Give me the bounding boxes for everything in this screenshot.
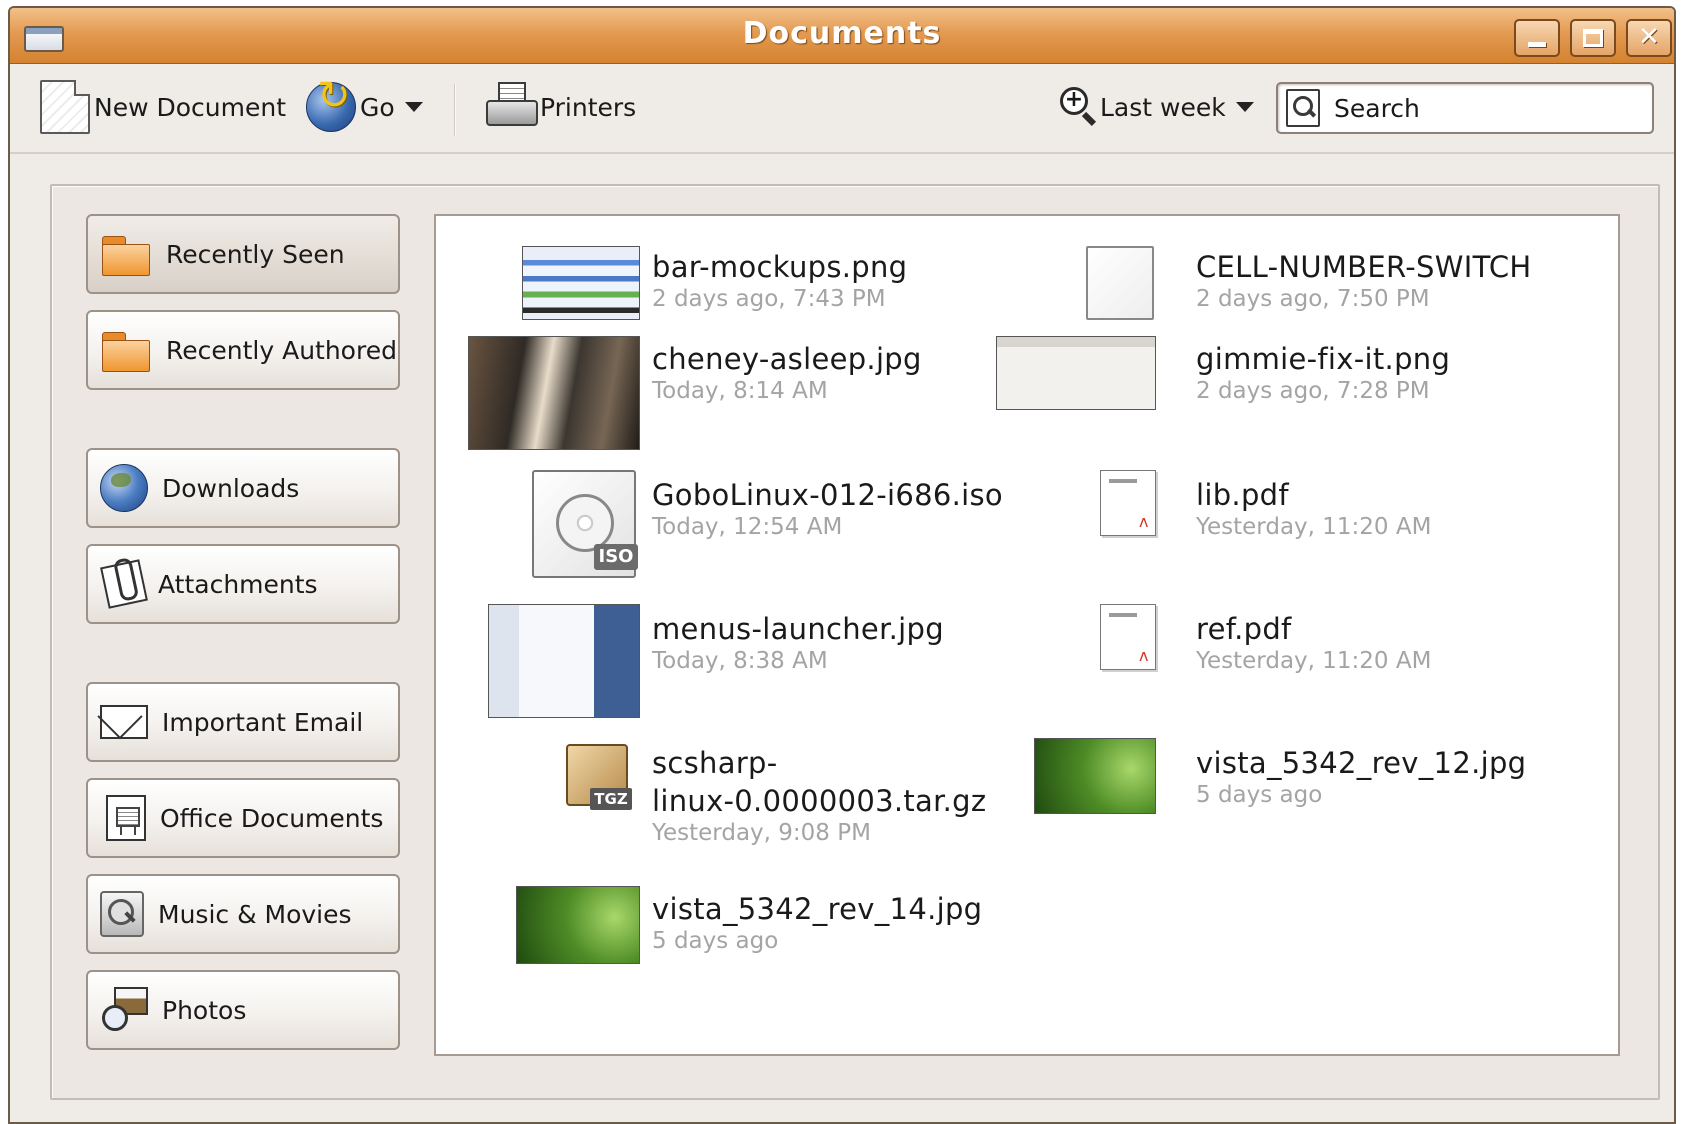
new-document-icon bbox=[40, 80, 90, 134]
file-list: bar-mockups.png 2 days ago, 7:43 PM chen… bbox=[434, 214, 1620, 1056]
envelope-icon bbox=[100, 705, 148, 739]
file-name: bar-mockups.png bbox=[652, 250, 908, 284]
search-input[interactable] bbox=[1332, 92, 1632, 124]
minimize-button[interactable] bbox=[1514, 19, 1560, 57]
sidebar-item-label: Recently Seen bbox=[166, 239, 345, 269]
file-date: Today, 8:38 AM bbox=[652, 648, 828, 674]
maximize-button[interactable] bbox=[1570, 19, 1616, 57]
sidebar-item-recently-seen[interactable]: Recently Seen bbox=[86, 214, 400, 294]
file-date: 5 days ago bbox=[652, 928, 779, 954]
sidebar-item-important-email[interactable]: Important Email bbox=[86, 682, 400, 762]
file-item-menus-launcher[interactable]: menus-launcher.jpg Today, 8:38 AM bbox=[436, 604, 996, 718]
sidebar-item-label: Photos bbox=[162, 995, 247, 1025]
file-item-lib-pdf[interactable]: ʌ lib.pdf Yesterday, 11:20 AM bbox=[996, 470, 1596, 580]
pdf-document-icon: ʌ bbox=[1100, 470, 1156, 536]
file-item-vista-rev-14[interactable]: vista_5342_rev_14.jpg 5 days ago bbox=[436, 886, 996, 996]
photo-search-icon bbox=[100, 987, 148, 1033]
printers-button[interactable]: Printers bbox=[486, 78, 636, 136]
go-menu-button[interactable]: Go bbox=[306, 73, 423, 136]
sidebar-item-attachments[interactable]: Attachments bbox=[86, 544, 400, 624]
paperclip-icon bbox=[100, 559, 148, 609]
go-label: Go bbox=[360, 92, 395, 122]
chevron-down-icon bbox=[1235, 102, 1254, 112]
image-thumbnail bbox=[1034, 738, 1156, 814]
sidebar-item-photos[interactable]: Photos bbox=[86, 970, 400, 1050]
file-item-cheney-asleep[interactable]: cheney-asleep.jpg Today, 8:14 AM bbox=[436, 336, 996, 450]
go-globe-icon bbox=[306, 73, 356, 132]
image-thumbnail bbox=[488, 604, 640, 718]
new-document-button[interactable]: New Document bbox=[40, 78, 286, 136]
file-date: 2 days ago, 7:50 PM bbox=[1196, 286, 1430, 312]
file-name: menus-launcher.jpg bbox=[652, 612, 944, 646]
image-thumbnail bbox=[522, 246, 640, 320]
content-frame: Recently Seen Recently Authored Download… bbox=[50, 184, 1660, 1100]
image-thumbnail bbox=[996, 336, 1156, 410]
file-date: Today, 8:14 AM bbox=[652, 378, 828, 404]
globe-icon bbox=[100, 464, 148, 512]
minimize-icon bbox=[1528, 42, 1546, 47]
search-icon bbox=[1286, 89, 1320, 127]
file-date: Today, 12:54 AM bbox=[652, 514, 843, 540]
file-date: 2 days ago, 7:43 PM bbox=[652, 286, 886, 312]
window-title: Documents bbox=[742, 16, 942, 51]
presentation-icon bbox=[106, 795, 146, 841]
sidebar-item-office-documents[interactable]: Office Documents bbox=[86, 778, 400, 858]
file-date: Yesterday, 11:20 AM bbox=[1196, 648, 1432, 674]
file-name: ref.pdf bbox=[1196, 612, 1292, 646]
file-item-gimmie-fix-it[interactable]: gimmie-fix-it.png 2 days ago, 7:28 PM bbox=[996, 336, 1596, 446]
file-date: 5 days ago bbox=[1196, 782, 1323, 808]
documents-window: Documents ✕ New Document Go Printers bbox=[8, 6, 1676, 1124]
sidebar-item-recently-authored[interactable]: Recently Authored bbox=[86, 310, 400, 390]
tgz-badge: TGZ bbox=[590, 788, 632, 810]
file-name: GoboLinux-012-i686.iso bbox=[652, 478, 1003, 512]
time-filter-label: Last week bbox=[1100, 92, 1226, 122]
media-search-icon bbox=[100, 891, 144, 937]
zoom-in-icon: + bbox=[1060, 87, 1098, 127]
sidebar-item-music-movies[interactable]: Music & Movies bbox=[86, 874, 400, 954]
chevron-down-icon bbox=[404, 102, 423, 112]
new-document-label: New Document bbox=[94, 92, 286, 122]
file-date: Yesterday, 9:08 PM bbox=[652, 820, 871, 846]
sidebar-item-label: Downloads bbox=[162, 473, 300, 503]
sidebar-item-downloads[interactable]: Downloads bbox=[86, 448, 400, 528]
file-name: vista_5342_rev_14.jpg bbox=[652, 892, 983, 926]
folder-icon bbox=[100, 230, 152, 278]
file-name: gimmie-fix-it.png bbox=[1196, 342, 1451, 376]
file-name-line-1: scsharp- bbox=[652, 746, 778, 780]
file-date: Yesterday, 11:20 AM bbox=[1196, 514, 1432, 540]
archive-icon: TGZ bbox=[566, 744, 632, 810]
file-name: lib.pdf bbox=[1196, 478, 1289, 512]
pdf-document-icon: ʌ bbox=[1100, 604, 1156, 670]
photo-thumbnail bbox=[468, 336, 640, 450]
file-item-gobolinux-iso[interactable]: ISO GoboLinux-012-i686.iso Today, 12:54 … bbox=[436, 470, 1003, 580]
printers-label: Printers bbox=[540, 92, 637, 122]
file-name: CELL-NUMBER-SWITCH bbox=[1196, 250, 1532, 284]
close-button[interactable]: ✕ bbox=[1626, 19, 1672, 57]
file-name: cheney-asleep.jpg bbox=[652, 342, 922, 376]
toolbar-separator bbox=[454, 84, 456, 136]
toolbar: New Document Go Printers + Last week bbox=[10, 64, 1674, 154]
iso-badge: ISO bbox=[594, 544, 638, 570]
file-name: vista_5342_rev_12.jpg bbox=[1196, 746, 1527, 780]
close-icon: ✕ bbox=[1638, 22, 1660, 52]
maximize-icon bbox=[1583, 29, 1603, 47]
folder-icon bbox=[100, 326, 152, 374]
time-filter-dropdown[interactable]: + Last week bbox=[1060, 78, 1254, 136]
file-date: 2 days ago, 7:28 PM bbox=[1196, 378, 1430, 404]
sidebar-item-label: Music & Movies bbox=[158, 899, 352, 929]
sidebar-item-label: Recently Authored bbox=[166, 335, 397, 365]
disc-image-icon: ISO bbox=[532, 470, 638, 578]
image-thumbnail bbox=[516, 886, 640, 964]
sidebar-item-label: Office Documents bbox=[160, 803, 384, 833]
sidebar-item-label: Attachments bbox=[158, 569, 318, 599]
file-item-scsharp-tar[interactable]: TGZ scsharp- linux-0.0000003.tar.gz Yest… bbox=[436, 738, 996, 858]
blank-document-icon bbox=[1086, 246, 1154, 320]
file-item-ref-pdf[interactable]: ʌ ref.pdf Yesterday, 11:20 AM bbox=[996, 604, 1596, 714]
title-bar[interactable]: Documents ✕ bbox=[10, 8, 1674, 64]
printer-icon bbox=[486, 82, 538, 132]
search-field[interactable] bbox=[1276, 82, 1654, 134]
sidebar-item-label: Important Email bbox=[162, 707, 364, 737]
file-item-vista-rev-12[interactable]: vista_5342_rev_12.jpg 5 days ago bbox=[996, 738, 1596, 848]
file-name-line-2: linux-0.0000003.tar.gz bbox=[652, 784, 987, 818]
